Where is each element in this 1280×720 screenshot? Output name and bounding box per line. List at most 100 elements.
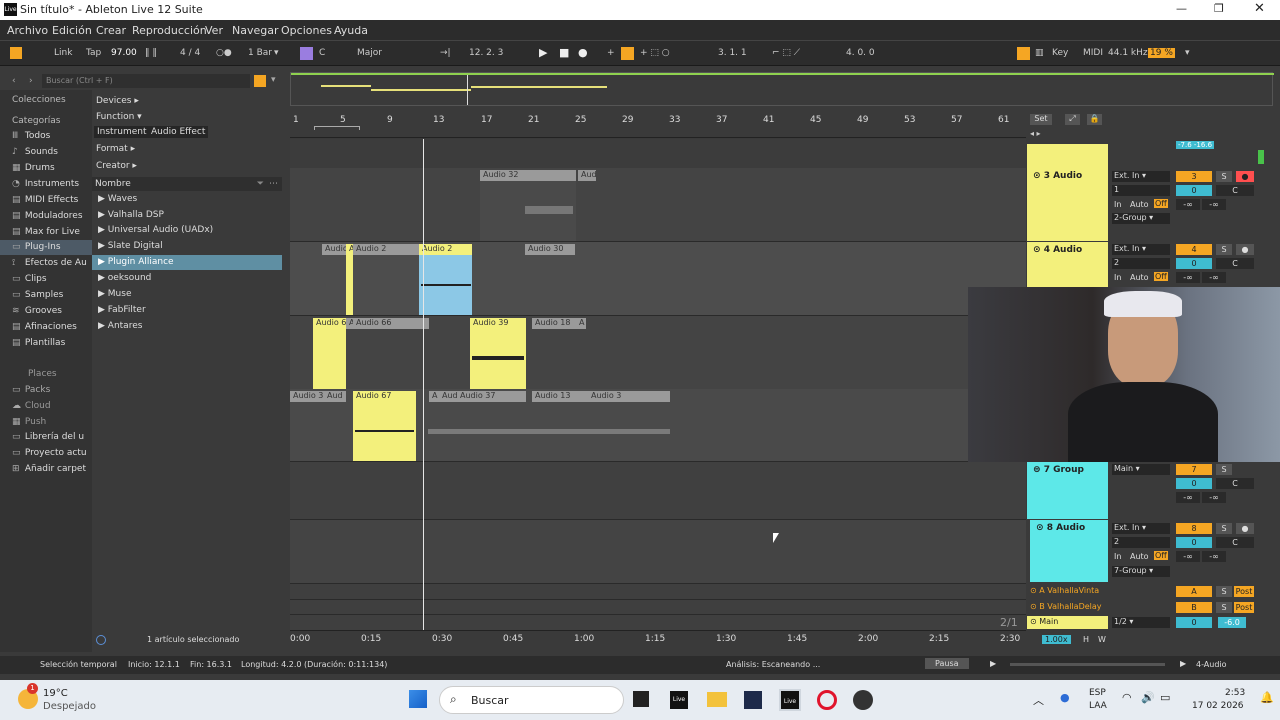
category-midi-effects[interactable]: ▤ MIDI Effects <box>12 195 78 205</box>
clip-header[interactable]: Aud <box>439 391 457 402</box>
info-icon[interactable] <box>96 635 106 645</box>
clip-header[interactable]: Audio 3 <box>588 391 670 402</box>
taskview-icon[interactable] <box>633 691 649 707</box>
punch-icon[interactable]: ⌐ ⬚ ⟋ <box>772 48 800 58</box>
category-instruments[interactable]: ◔ Instruments <box>12 179 79 189</box>
folder-icon[interactable] <box>707 692 727 707</box>
clock-date[interactable]: 17 02 2026 <box>1192 701 1244 711</box>
track-lane-8[interactable] <box>290 520 1026 584</box>
list-item-selected[interactable]: ▶ Plugin Alliance <box>92 255 282 270</box>
scroll-slider[interactable] <box>1010 663 1165 666</box>
send-b[interactable]: -∞ <box>1202 199 1226 210</box>
clock-time[interactable]: 2:53 <box>1225 688 1245 698</box>
return-letter[interactable]: B <box>1176 602 1212 613</box>
track-lane-3[interactable] <box>290 168 1026 242</box>
zoom-ratio[interactable]: 1.00x <box>1042 635 1071 644</box>
forward-icon[interactable]: › <box>29 76 33 86</box>
monitor-auto[interactable]: Auto <box>1130 552 1149 561</box>
tap-button[interactable]: Tap <box>86 48 101 58</box>
clip-header[interactable]: Audio 2 <box>353 244 419 255</box>
clip-header[interactable]: Audio 32 <box>480 170 576 181</box>
place-push[interactable]: ▦ Push <box>12 417 46 427</box>
volume-icon[interactable]: 🔊 <box>1141 691 1155 704</box>
output-select[interactable]: 2-Group ▾ <box>1112 213 1170 224</box>
list-item[interactable]: ▶ Antares <box>92 319 282 334</box>
volume-field[interactable]: 0 <box>1176 537 1212 548</box>
set-button[interactable]: Set <box>1030 114 1052 125</box>
solo-button[interactable]: S <box>1216 464 1232 475</box>
clip-header[interactable]: Audio 18 <box>532 318 576 329</box>
stop-icon[interactable]: ■ <box>559 46 569 59</box>
locator-left-icon[interactable]: ◂ ▸ <box>1030 129 1041 138</box>
track-number-button[interactable]: 3 <box>1176 171 1212 182</box>
main-channel-select[interactable]: 1/2 ▾ <box>1112 617 1170 628</box>
back-icon[interactable]: ‹ <box>12 76 16 86</box>
send-a[interactable]: -∞ <box>1176 551 1200 562</box>
solo-button[interactable]: S <box>1216 586 1232 597</box>
mic-icon[interactable]: ● <box>1060 691 1070 704</box>
clip-header[interactable]: A <box>346 318 353 329</box>
category-clips[interactable]: ▭ Clips <box>12 274 47 284</box>
overview-strip[interactable] <box>290 72 1274 106</box>
main-volume[interactable]: 0 <box>1176 617 1212 628</box>
overdub-icon[interactable]: + <box>607 48 615 58</box>
keyboard-icon[interactable]: ▥ <box>1035 48 1044 58</box>
scale-select[interactable]: Major <box>357 48 382 58</box>
clip-header[interactable]: Audio <box>322 244 348 255</box>
solo-button[interactable]: S <box>1216 244 1232 255</box>
metronome-icon[interactable]: ○● <box>216 48 232 58</box>
category-plug-ins[interactable]: ▭ Plug-Ins <box>0 240 92 255</box>
clip-header[interactable]: A <box>576 318 586 329</box>
live-app-icon[interactable]: Live <box>670 691 688 709</box>
filter-format[interactable]: Format ▸ <box>96 144 135 154</box>
arm-button[interactable]: ● <box>1236 244 1254 255</box>
expand-icon[interactable]: ⤢ <box>1065 114 1080 125</box>
send-a[interactable]: -∞ <box>1176 199 1200 210</box>
category-plantillas[interactable]: ▤ Plantillas <box>12 338 65 348</box>
send-a[interactable]: -∞ <box>1176 492 1200 503</box>
browser-menu-icon[interactable] <box>254 75 266 87</box>
key-root-select[interactable]: C <box>319 48 325 58</box>
place-packs[interactable]: ▭ Packs <box>12 385 50 395</box>
track-number-button[interactable]: 8 <box>1176 523 1212 534</box>
monitor-off[interactable]: Off <box>1154 272 1168 281</box>
draw-mode-icon[interactable] <box>1017 47 1030 60</box>
filter-audio-effect[interactable]: Audio Effect <box>148 126 209 138</box>
menu-ver[interactable]: Ver <box>205 24 223 37</box>
notifications-icon[interactable]: 🔔 <box>1260 691 1274 704</box>
midi-map-button[interactable]: MIDI <box>1083 48 1103 58</box>
chrome-icon[interactable] <box>853 690 873 710</box>
monitor-in[interactable]: In <box>1114 273 1121 282</box>
send-b[interactable]: -∞ <box>1202 551 1226 562</box>
channel-select[interactable]: 1 <box>1112 185 1170 196</box>
clip-header[interactable]: Audio 6 <box>313 318 346 329</box>
filter-devices[interactable]: Devices ▸ <box>96 96 139 106</box>
track-header-4[interactable]: ⊙ 4 Audio <box>1027 242 1108 287</box>
clip-body[interactable] <box>346 255 353 315</box>
list-item[interactable]: ▶ Waves <box>92 192 282 207</box>
category-todos[interactable]: Ⅲ Todos <box>12 131 50 141</box>
nudge-icon[interactable]: ‖ ‖ <box>145 48 157 58</box>
key-map-button[interactable]: Key <box>1052 48 1068 58</box>
input-select[interactable]: Ext. In ▾ <box>1112 171 1170 182</box>
pan-field[interactable]: C <box>1216 478 1254 489</box>
monitor-off[interactable]: Off <box>1154 551 1168 560</box>
search-input[interactable]: Buscar (Ctrl + F) <box>42 74 250 88</box>
send-b[interactable]: -∞ <box>1202 492 1226 503</box>
monitor-off[interactable]: Off <box>1154 199 1168 208</box>
capture-icon[interactable]: + ⬚ ○ <box>640 48 670 58</box>
list-item[interactable]: ▶ Slate Digital <box>92 239 282 254</box>
menu-opciones[interactable]: Opciones <box>281 24 332 37</box>
track-header-7[interactable]: ⊜ 7 Group <box>1027 462 1108 519</box>
category-drums[interactable]: ▦ Drums <box>12 163 55 173</box>
app-icon[interactable] <box>744 691 762 709</box>
filter-function[interactable]: Function ▾ <box>96 112 142 122</box>
quantize-select[interactable]: 1 Bar <box>248 48 272 58</box>
arm-button[interactable]: ● <box>1236 523 1254 534</box>
menu-reproduccion[interactable]: Reproducción <box>132 24 207 37</box>
monitor-auto[interactable]: Auto <box>1130 200 1149 209</box>
windows-start-icon[interactable] <box>409 690 427 708</box>
solo-button[interactable]: S <box>1216 602 1232 613</box>
list-item[interactable]: ▶ Universal Audio (UADx) <box>92 223 282 238</box>
clip-header[interactable]: Audio 2 <box>419 244 472 255</box>
